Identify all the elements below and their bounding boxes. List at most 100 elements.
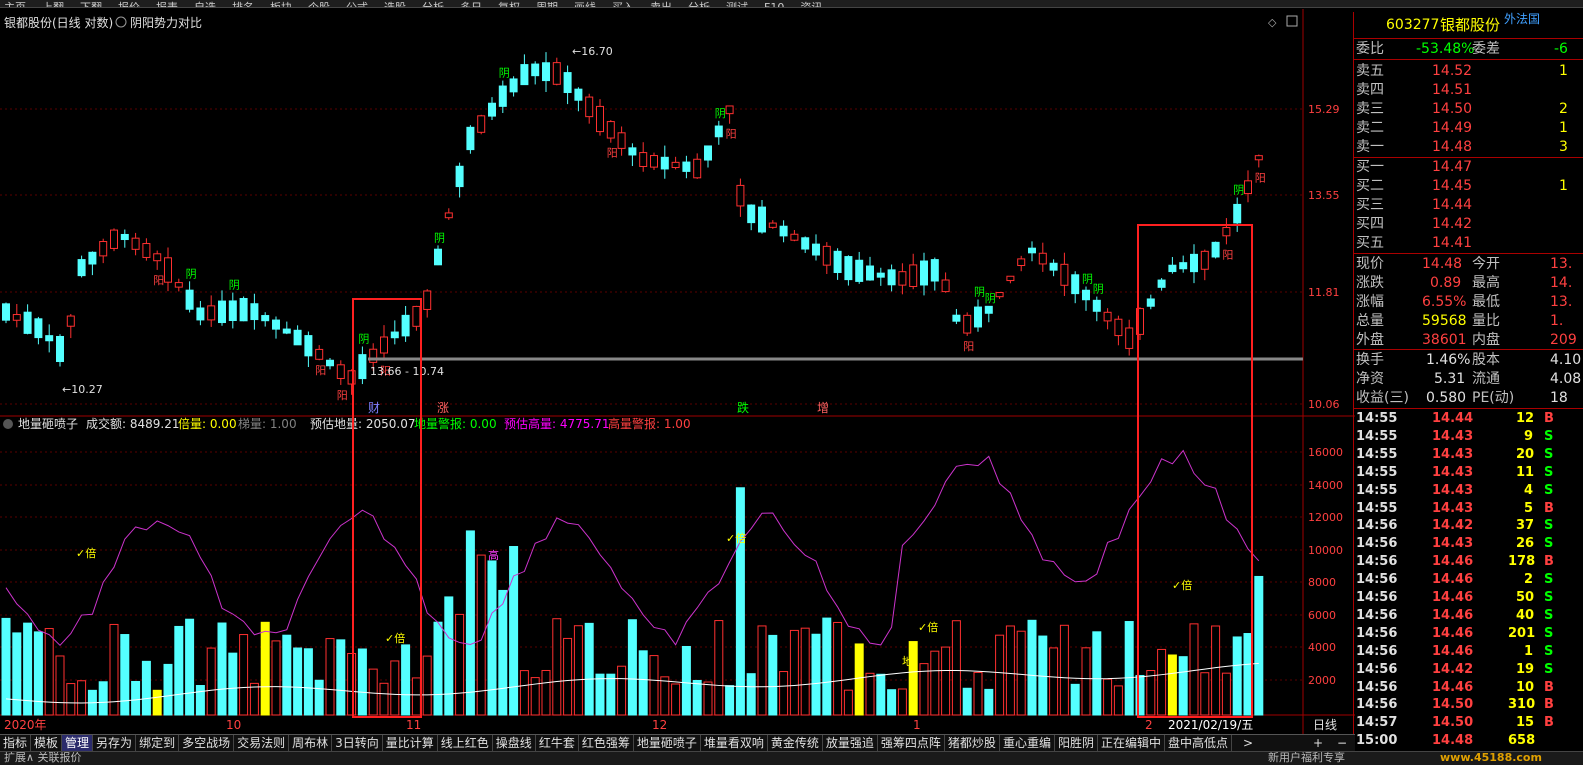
menu-item-4[interactable]: 报表: [156, 2, 178, 7]
candle-body: [606, 121, 615, 139]
candle-body: [45, 335, 54, 342]
tab-22[interactable]: 正在编辑中: [1098, 735, 1165, 751]
candle-body: [1114, 318, 1123, 337]
volume-bar: [174, 625, 184, 716]
menu-item-5[interactable]: 自选: [194, 2, 216, 7]
volume-bar: [552, 618, 562, 716]
tick-row: 14:56 14.46 40 S: [1354, 606, 1583, 625]
volume-bar: [239, 634, 249, 716]
volume-bar: [779, 671, 789, 716]
date-label: 11: [406, 718, 421, 732]
menu-item-8[interactable]: 个股: [308, 2, 330, 7]
tick-time: 14:55: [1356, 446, 1398, 462]
tab-18[interactable]: 强筹四点阵: [878, 735, 945, 751]
candle-body: [401, 314, 410, 337]
candle-body: [617, 132, 626, 149]
menu-item-0[interactable]: 主页: [4, 2, 26, 7]
candle-body: [844, 256, 853, 281]
tick-side: S: [1544, 643, 1554, 659]
tab-4[interactable]: 绑定到: [136, 735, 180, 751]
tab-7[interactable]: 周布林: [289, 735, 333, 751]
menu-item-21[interactable]: 资讯: [800, 2, 822, 7]
menu-item-11[interactable]: 分析: [422, 2, 444, 7]
candle-body: [650, 155, 658, 168]
candle-body: [77, 259, 86, 277]
kline-chart[interactable]: 15.29 13.55 11.81 10.06 16000 14000 12000 10000…: [0, 9, 1355, 736]
zoom-out-icon[interactable]: −: [1334, 735, 1350, 751]
tab-0[interactable]: 指标: [0, 735, 32, 751]
stat-label: 最低: [1472, 294, 1500, 310]
volume-bar: [509, 546, 519, 716]
tick-price: 14.46: [1432, 572, 1474, 588]
menu-item-2[interactable]: 下翻: [80, 2, 102, 7]
tab-14[interactable]: 地量砸喷子: [634, 735, 701, 751]
tick-volume: 178: [1508, 554, 1536, 570]
tick-side: S: [1544, 518, 1554, 534]
tab-2[interactable]: 管理: [62, 735, 94, 751]
tab-3[interactable]: 另存为: [93, 735, 137, 751]
candle-body: [704, 145, 712, 161]
tick-time: 14:56: [1356, 643, 1398, 659]
menu-item-13[interactable]: 复权: [498, 2, 520, 7]
tick-row: 14:55 14.43 20 S: [1354, 445, 1583, 464]
tab-17[interactable]: 放量强追: [823, 735, 878, 751]
tab-20[interactable]: 重心重编: [1000, 735, 1055, 751]
volume-bar: [606, 673, 616, 716]
menu-item-9[interactable]: 公式: [346, 2, 368, 7]
tab-13[interactable]: 红色强筹: [579, 735, 634, 751]
tab-15[interactable]: 堆量看双响: [701, 735, 768, 751]
tab-10[interactable]: 线上红色: [438, 735, 493, 751]
menu-item-15[interactable]: 画线: [574, 2, 596, 7]
bottom-left-text[interactable]: 扩展∧ 关联报价: [4, 752, 82, 764]
tab-scroll-right-icon[interactable]: >: [1240, 735, 1256, 751]
tab-19[interactable]: 猪都炒股: [945, 735, 1000, 751]
candle-body: [779, 225, 788, 237]
tab-1[interactable]: 模板: [31, 735, 63, 751]
menu-item-1[interactable]: 上翻: [42, 2, 64, 7]
tab-23[interactable]: 盘中高低点: [1165, 735, 1232, 751]
menu-item-3[interactable]: 报价: [118, 2, 140, 7]
menu-item-17[interactable]: 卖出: [650, 2, 672, 7]
tab-11[interactable]: 操盘线: [493, 735, 536, 751]
zoom-in-icon[interactable]: +: [1310, 735, 1326, 751]
bid-price: 14.47: [1432, 159, 1473, 175]
tick-volume: 20: [1516, 446, 1535, 462]
volume-bar: [617, 665, 627, 716]
menu-item-18[interactable]: 分析: [688, 2, 710, 7]
volume-bar: [465, 530, 475, 716]
tab-5[interactable]: 多空战场: [179, 735, 235, 751]
candle-body: [758, 206, 766, 233]
tab-6[interactable]: 交易法则: [234, 735, 290, 751]
volume-bar: [660, 676, 670, 716]
candle-body: [347, 370, 356, 385]
candle-body: [963, 314, 972, 334]
menu-item-12[interactable]: 多日: [460, 2, 482, 7]
menu-item-10[interactable]: 选股: [384, 2, 406, 7]
tick-time: 14:56: [1356, 518, 1398, 534]
menu-item-6[interactable]: 排名: [232, 2, 254, 7]
ask-price: 14.51: [1432, 82, 1473, 98]
menu-item-16[interactable]: 买入: [612, 2, 634, 7]
volume-bar: [249, 682, 259, 716]
tick-time: 14:56: [1356, 607, 1398, 623]
candle-body: [736, 184, 745, 207]
candle-body: [1190, 253, 1198, 273]
tick-volume: 26: [1516, 536, 1535, 552]
tab-12[interactable]: 红牛套: [536, 735, 579, 751]
date-label: 2: [1145, 718, 1153, 732]
menu-item-7[interactable]: 板块: [270, 2, 292, 7]
candle-body: [768, 222, 777, 228]
promo-text[interactable]: 新用户福利专享: [1268, 752, 1345, 764]
tab-8[interactable]: 3日转向: [332, 735, 383, 751]
volume-tick: 4000: [1308, 641, 1336, 654]
bid-price: 14.44: [1432, 197, 1473, 213]
menu-item-14[interactable]: 周期: [536, 2, 558, 7]
menu-item-19[interactable]: 测试: [726, 2, 748, 7]
tab-21[interactable]: 阳胜阴: [1055, 735, 1098, 751]
volume-bar: [77, 680, 87, 716]
stat-label: 换手: [1356, 352, 1384, 368]
tab-16[interactable]: 黄金传统: [768, 735, 823, 751]
tab-9[interactable]: 量比计算: [383, 735, 438, 751]
menu-item-20[interactable]: F10: [764, 2, 784, 7]
volume-bar: [725, 685, 735, 716]
